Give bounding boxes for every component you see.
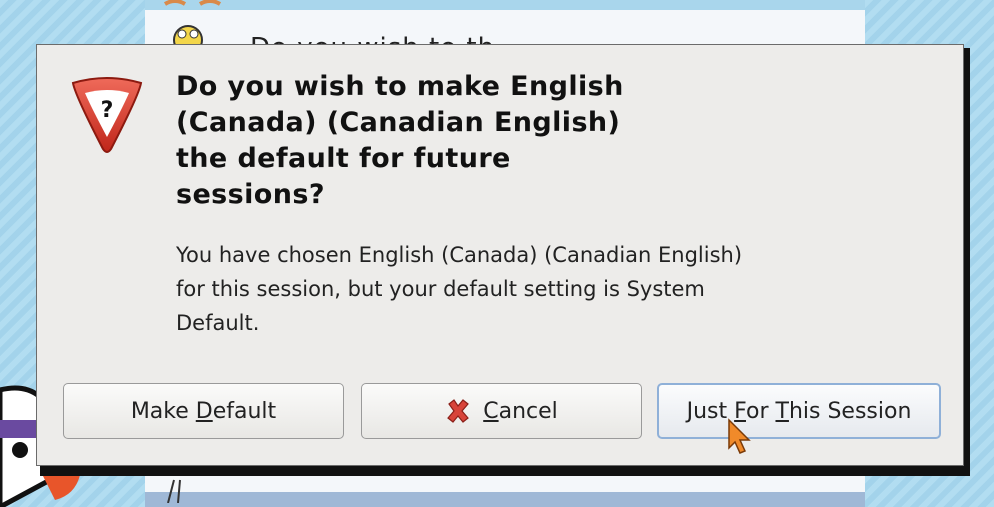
dialog-title: Do you wish to make English (Canada) (Ca… [176,69,736,213]
dialog-message-line: You have chosen English (Canada) (Canadi… [176,243,743,267]
dialog-message: You have chosen English (Canada) (Canadi… [176,238,856,340]
dialog-title-line: Do you wish to make English [176,71,624,102]
mouse-cursor-icon [728,418,751,454]
just-for-this-session-button[interactable]: Just For This Session [657,383,941,439]
button-label: Just For This Session [686,398,912,424]
dialog-message-line: for this session, but your default setti… [176,277,705,301]
button-label: Cancel [483,398,558,424]
dialog-title-line: the default for future [176,143,511,174]
cancel-button[interactable]: Cancel [361,383,642,439]
dialog-message-line: Default. [176,311,260,335]
svg-text:?: ? [101,98,114,123]
background-window-bar [145,492,865,507]
dialog-title-line: sessions? [176,179,325,210]
background-decoration [167,479,181,503]
language-default-dialog: ? Do you wish to make English (Canada) (… [36,44,964,466]
button-label: Make Default [130,398,277,424]
cartoon-figure-icon [163,0,222,45]
warning-question-icon: ? [71,77,143,153]
cancel-x-icon [447,399,470,423]
make-default-button[interactable]: Make Default [63,383,344,439]
dialog-title-line: (Canada) (Canadian English) [176,107,621,138]
